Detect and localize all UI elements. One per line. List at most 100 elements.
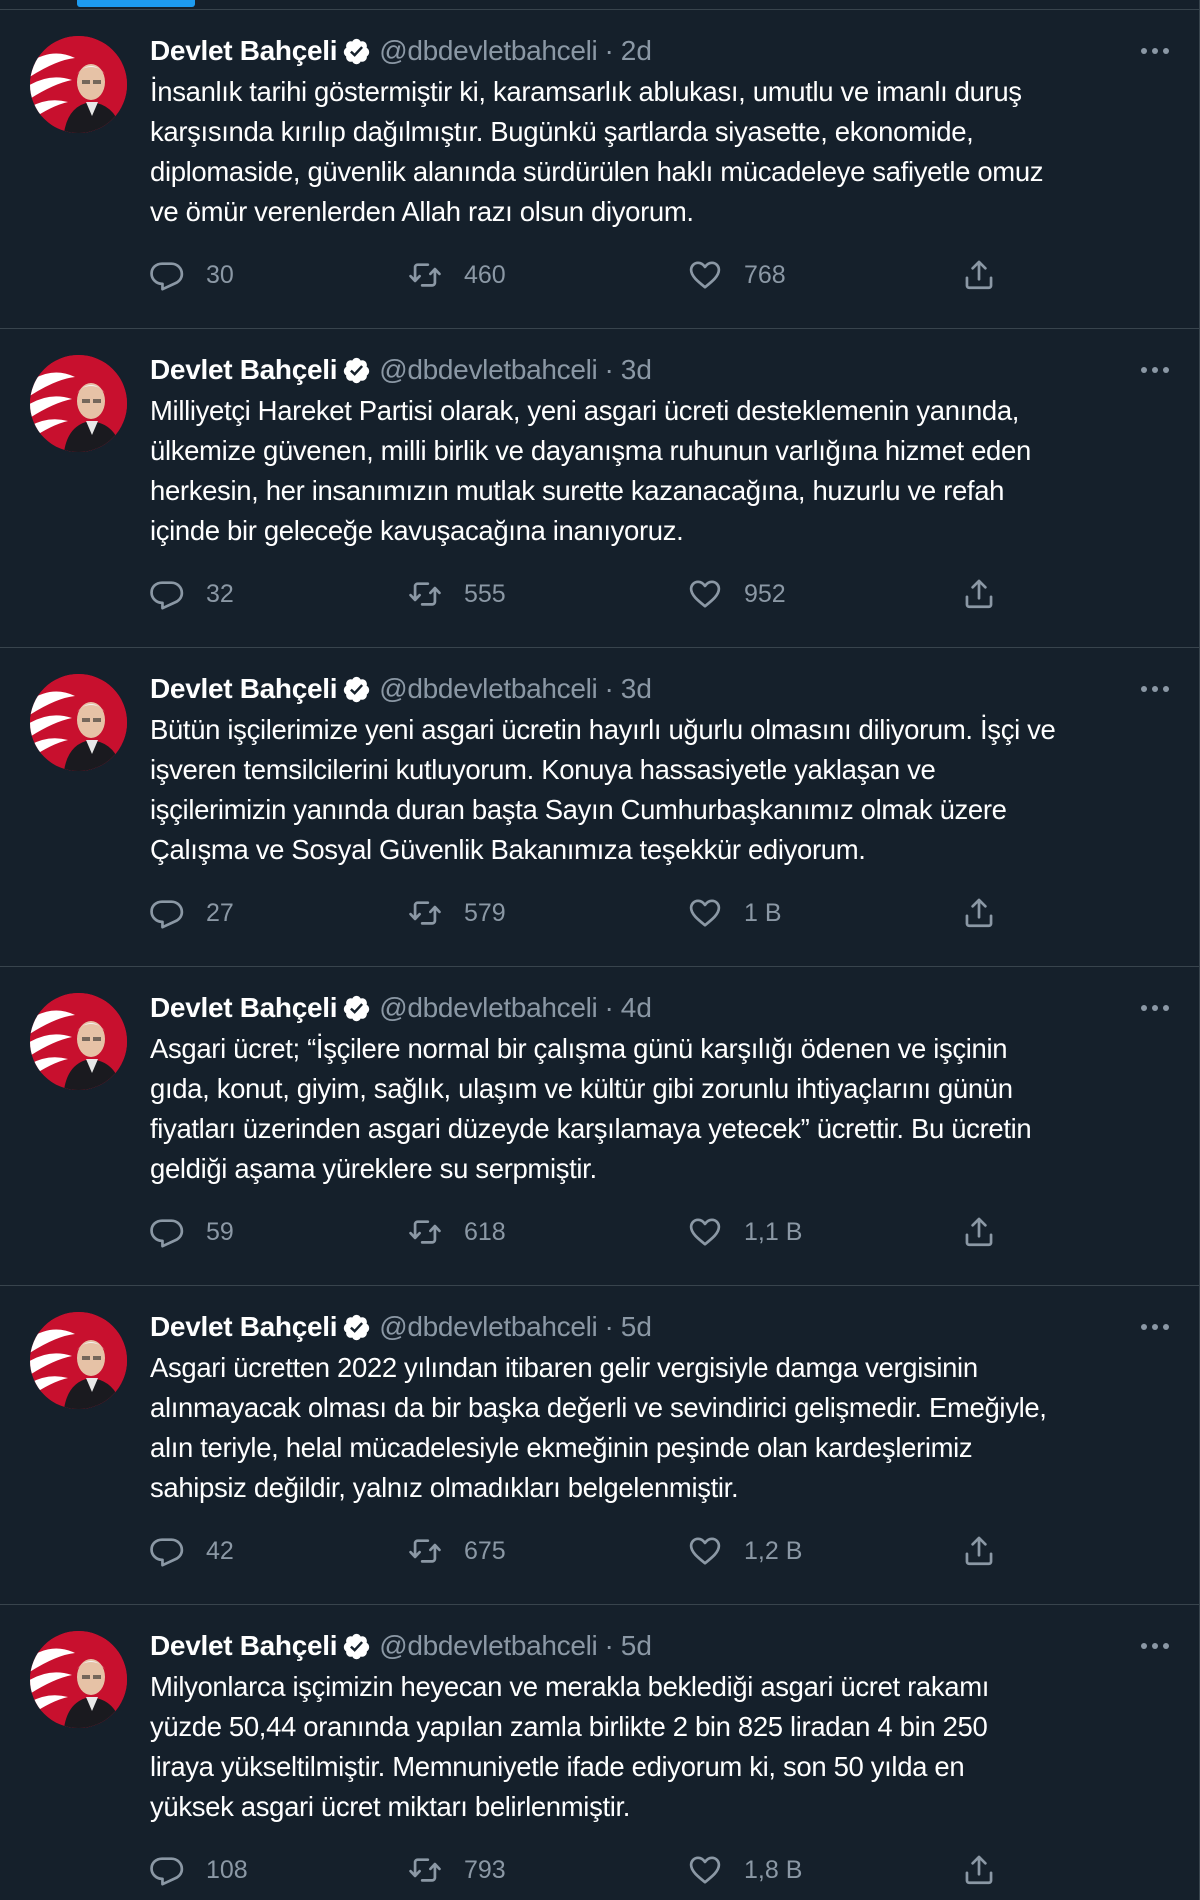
author-name[interactable]: Devlet Bahçeli: [150, 35, 338, 67]
more-options-button[interactable]: [1134, 676, 1176, 702]
more-options-button[interactable]: [1134, 357, 1176, 383]
more-options-button[interactable]: [1134, 995, 1176, 1021]
tweet-text-line: alın teriyle, helal mücadelesiyle ekmeği…: [150, 1432, 973, 1463]
share-button[interactable]: [962, 575, 996, 613]
reply-count: 30: [206, 260, 234, 289]
reply-icon: [150, 900, 184, 929]
tweet-text-line: işçilerimizin yanında duran başta Sayın …: [150, 794, 1007, 825]
tweet-text-line: Bütün işçilerimize yeni asgari ücretin h…: [150, 714, 1056, 745]
author-name[interactable]: Devlet Bahçeli: [150, 992, 338, 1024]
like-button[interactable]: 768: [688, 256, 786, 294]
tweet-header: Devlet Bahçeli @dbdevletbahceli · 3d: [150, 672, 1170, 706]
author-handle[interactable]: @dbdevletbahceli: [379, 35, 598, 67]
tweet[interactable]: Devlet Bahçeli @dbdevletbahceli · 5d Asg…: [0, 1286, 1200, 1605]
tweet-text-line: İnsanlık tarihi göstermiştir ki, karamsa…: [150, 76, 1022, 107]
tweet-timestamp[interactable]: 2d: [621, 35, 652, 67]
share-icon: [965, 579, 993, 609]
author-handle[interactable]: @dbdevletbahceli: [379, 354, 598, 386]
verified-badge-icon: [344, 38, 370, 64]
tweet-actions: 59 618 1,1 B: [150, 1213, 1010, 1251]
tweet[interactable]: Devlet Bahçeli @dbdevletbahceli · 3d Büt…: [0, 648, 1200, 967]
avatar[interactable]: [30, 1631, 127, 1728]
share-button[interactable]: [962, 1851, 996, 1889]
more-options-button[interactable]: [1134, 1314, 1176, 1340]
more-options-icon: [1141, 367, 1169, 373]
tweet-timestamp[interactable]: 5d: [621, 1311, 652, 1343]
avatar-image: [30, 1312, 127, 1409]
author-handle[interactable]: @dbdevletbahceli: [379, 673, 598, 705]
header-separator: ·: [604, 1630, 614, 1661]
retweet-icon: [409, 1220, 441, 1244]
reply-count: 32: [206, 579, 234, 608]
retweet-button[interactable]: 675: [408, 1532, 506, 1570]
reply-button[interactable]: 32: [150, 575, 234, 613]
share-button[interactable]: [962, 1532, 996, 1570]
more-options-button[interactable]: [1134, 1633, 1176, 1659]
reply-count: 42: [206, 1536, 234, 1565]
avatar-image: [30, 993, 127, 1090]
tweet-text-line: liraya yükseltilmiştir. Memnuniyetle ifa…: [150, 1751, 965, 1782]
author-name[interactable]: Devlet Bahçeli: [150, 673, 338, 705]
tweet-text-line: Asgari ücretten 2022 yılından itibaren g…: [150, 1352, 978, 1383]
tweet[interactable]: Devlet Bahçeli @dbdevletbahceli · 5d Mil…: [0, 1605, 1200, 1900]
author-name[interactable]: Devlet Bahçeli: [150, 1311, 338, 1343]
like-icon: [689, 1537, 721, 1565]
avatar[interactable]: [30, 1312, 127, 1409]
author-handle[interactable]: @dbdevletbahceli: [379, 992, 598, 1024]
more-options-icon: [1141, 48, 1169, 54]
like-button[interactable]: 1,1 B: [688, 1213, 802, 1251]
retweet-button[interactable]: 793: [408, 1851, 506, 1889]
like-count: 1,1 B: [744, 1217, 803, 1246]
tweet-timestamp[interactable]: 3d: [621, 673, 652, 705]
tweet-text: İnsanlık tarihi göstermiştir ki, karamsa…: [150, 72, 1160, 232]
like-count: 952: [744, 579, 786, 608]
like-button[interactable]: 1,2 B: [688, 1532, 802, 1570]
tweet-text-line: Asgari ücret; “İşçilere normal bir çalış…: [150, 1033, 1008, 1064]
share-button[interactable]: [962, 894, 996, 932]
tweet[interactable]: Devlet Bahçeli @dbdevletbahceli · 4d Asg…: [0, 967, 1200, 1286]
like-count: 1 B: [744, 898, 782, 927]
reply-button[interactable]: 59: [150, 1213, 234, 1251]
retweet-icon: [409, 901, 441, 925]
like-icon: [689, 1856, 721, 1884]
avatar[interactable]: [30, 36, 127, 133]
author-name[interactable]: Devlet Bahçeli: [150, 354, 338, 386]
avatar[interactable]: [30, 355, 127, 452]
reply-button[interactable]: 27: [150, 894, 234, 932]
tweet-text: Milliyetçi Hareket Partisi olarak, yeni …: [150, 391, 1160, 551]
tweet-text-line: Milliyetçi Hareket Partisi olarak, yeni …: [150, 395, 1020, 426]
avatar[interactable]: [30, 993, 127, 1090]
retweet-button[interactable]: 618: [408, 1213, 506, 1251]
tweet[interactable]: Devlet Bahçeli @dbdevletbahceli · 2d İns…: [0, 10, 1200, 329]
retweet-button[interactable]: 555: [408, 575, 506, 613]
tweet-text-line: yüksek asgari ücret miktarı belirlenmişt…: [150, 1791, 631, 1822]
reply-button[interactable]: 42: [150, 1532, 234, 1570]
tweet-timestamp[interactable]: 3d: [621, 354, 652, 386]
reply-button[interactable]: 108: [150, 1851, 248, 1889]
like-button[interactable]: 1 B: [688, 894, 782, 932]
share-button[interactable]: [962, 256, 996, 294]
avatar[interactable]: [30, 674, 127, 771]
tweet-text-line: herkesin, her insanımızın mutlak surette…: [150, 475, 1005, 506]
header-separator: ·: [604, 354, 614, 385]
author-handle[interactable]: @dbdevletbahceli: [379, 1311, 598, 1343]
like-button[interactable]: 1,8 B: [688, 1851, 802, 1889]
tweet-timestamp[interactable]: 5d: [621, 1630, 652, 1662]
retweet-button[interactable]: 579: [408, 894, 506, 932]
share-icon: [965, 1536, 993, 1566]
tweet-text-line: sahipsiz değildir, yalnız olmadıkları be…: [150, 1472, 739, 1503]
author-name[interactable]: Devlet Bahçeli: [150, 1630, 338, 1662]
tweet-actions: 42 675 1,2 B: [150, 1532, 1010, 1570]
retweet-count: 675: [464, 1536, 506, 1565]
retweet-button[interactable]: 460: [408, 256, 506, 294]
share-button[interactable]: [962, 1213, 996, 1251]
author-handle[interactable]: @dbdevletbahceli: [379, 1630, 598, 1662]
more-options-button[interactable]: [1134, 38, 1176, 64]
reply-icon: [150, 262, 184, 291]
tweet[interactable]: Devlet Bahçeli @dbdevletbahceli · 3d Mil…: [0, 329, 1200, 648]
tweet-timestamp[interactable]: 4d: [621, 992, 652, 1024]
tweet-text-line: ülkemize güvenen, milli birlik ve dayanı…: [150, 435, 1031, 466]
like-button[interactable]: 952: [688, 575, 786, 613]
tweet-text: Asgari ücret; “İşçilere normal bir çalış…: [150, 1029, 1160, 1189]
reply-button[interactable]: 30: [150, 256, 234, 294]
